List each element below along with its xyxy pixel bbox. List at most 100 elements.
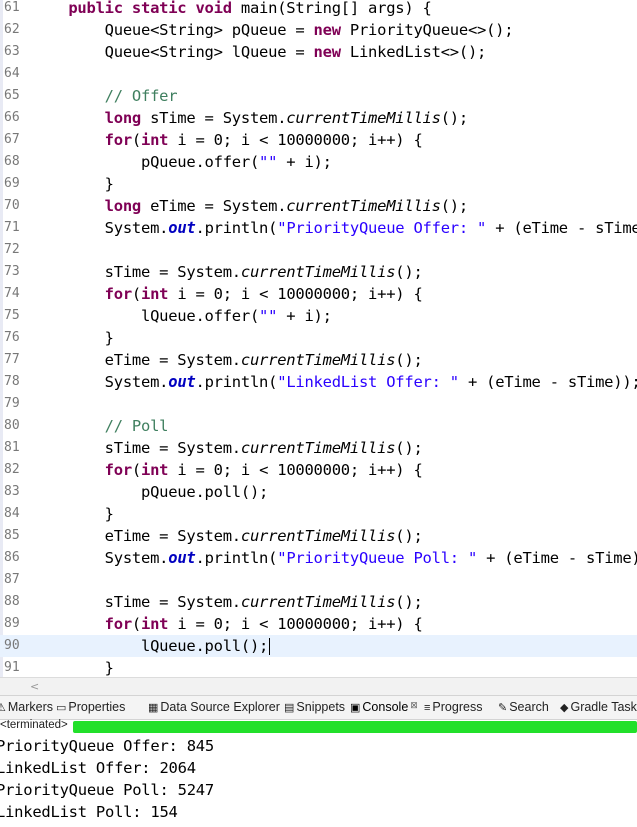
code-line[interactable]: 65 // Offer (0, 85, 637, 107)
code-text: System.out.println("PriorityQueue Offer:… (32, 219, 637, 237)
tab-label: Progress (432, 700, 483, 714)
code-text: } (32, 659, 114, 677)
code-text: sTime = System.currentTimeMillis(); (32, 263, 423, 281)
tab-console[interactable]: ▣ Console ⊠ (350, 700, 418, 714)
tab-label: Markers (7, 700, 54, 714)
code-line[interactable]: 82 for(int i = 0; i < 10000000; i++) { (0, 459, 637, 481)
code-line[interactable]: 62 Queue<String> pQueue = new PriorityQu… (0, 19, 637, 41)
code-text: // Poll (104, 417, 169, 435)
code-line[interactable]: 83 pQueue.poll(); (0, 481, 637, 503)
code-line[interactable]: 79 (0, 393, 637, 415)
code-line[interactable]: 77 eTime = System.currentTimeMillis(); (0, 349, 637, 371)
line-number: 64 (4, 66, 20, 81)
code-line[interactable]: 88 sTime = System.currentTimeMillis(); (0, 591, 637, 613)
line-number: 85 (4, 528, 20, 543)
code-line[interactable]: 69 } (0, 173, 637, 195)
code-line[interactable]: 63 Queue<String> lQueue = new LinkedList… (0, 41, 637, 63)
line-number: 82 (4, 462, 20, 477)
view-tab-bar: ⚠Markers▭Properties ▦Data Source Explorer… (0, 695, 637, 720)
line-number: 79 (4, 396, 20, 411)
tab-label: Snippets (296, 700, 346, 714)
line-number: 66 (4, 110, 20, 125)
code-text: System.out.println("PriorityQueue Poll: … (32, 549, 637, 567)
properties-icon: ▭ (56, 702, 67, 714)
tab-search[interactable]: ✎ Search (498, 700, 549, 714)
code-text: } (32, 329, 114, 347)
line-number: 86 (4, 550, 20, 565)
tab-markers[interactable]: ⚠Markers (0, 700, 53, 714)
line-number: 61 (4, 0, 20, 15)
code-text: lQueue.offer("" + i); (32, 307, 332, 325)
data-source-icon: ▦ (148, 702, 159, 714)
code-line[interactable]: 73 sTime = System.currentTimeMillis(); (0, 261, 637, 283)
tab-properties[interactable]: ▭ Properties (56, 700, 125, 714)
line-number: 88 (4, 594, 20, 609)
code-line[interactable]: 66 long sTime = System.currentTimeMillis… (0, 107, 637, 129)
code-line[interactable]: 91 } (0, 657, 637, 677)
code-editor[interactable]: 61 public static void main(String[] args… (0, 0, 637, 677)
text-caret (269, 638, 271, 655)
code-line[interactable]: 80 // Poll (0, 415, 637, 437)
line-number: 69 (4, 176, 20, 191)
code-text: long sTime = System.currentTimeMillis(); (104, 109, 469, 127)
console-line: PriorityQueue Offer: 845 (0, 737, 214, 755)
code-line[interactable]: 81 sTime = System.currentTimeMillis(); (0, 437, 637, 459)
search-icon: ✎ (498, 702, 508, 714)
line-number: 68 (4, 154, 20, 169)
horizontal-scrollbar[interactable]: < (0, 677, 637, 695)
code-text: System.out.println("LinkedList Offer: " … (32, 373, 637, 391)
line-number: 71 (4, 220, 20, 235)
console-line: PriorityQueue Poll: 5247 (0, 781, 214, 799)
progress-icon: ≡ (424, 702, 431, 714)
console-line: LinkedList Offer: 2064 (0, 759, 196, 777)
tab-data-source-explorer[interactable]: ▦ Data Source Explorer (148, 700, 280, 714)
code-line[interactable]: 75 lQueue.offer("" + i); (0, 305, 637, 327)
code-line[interactable]: 84 } (0, 503, 637, 525)
code-text: long eTime = System.currentTimeMillis(); (104, 197, 469, 215)
code-text: eTime = System.currentTimeMillis(); (32, 527, 423, 545)
console-line: LinkedList Poll: 154 (0, 803, 178, 821)
code-line[interactable]: 61 public static void main(String[] args… (0, 0, 637, 19)
code-text: for(int i = 0; i < 10000000; i++) { (104, 285, 423, 303)
code-line[interactable]: 76 } (0, 327, 637, 349)
code-text: for(int i = 0; i < 10000000; i++) { (104, 461, 423, 479)
code-text: Queue<String> pQueue = new PriorityQueue… (32, 21, 514, 39)
tab-progress[interactable]: ≡ Progress (424, 700, 482, 714)
line-number: 87 (4, 572, 20, 587)
code-line[interactable]: 64 (0, 63, 637, 85)
close-icon[interactable]: ⊠ (410, 700, 418, 710)
line-number: 70 (4, 198, 20, 213)
code-line[interactable]: 86 System.out.println("PriorityQueue Pol… (0, 547, 637, 569)
code-line[interactable]: 74 for(int i = 0; i < 10000000; i++) { (0, 283, 637, 305)
console-output[interactable]: PriorityQueue Offer: 845 LinkedList Offer… (0, 735, 637, 827)
code-line[interactable]: 85 eTime = System.currentTimeMillis(); (0, 525, 637, 547)
code-line[interactable]: 78 System.out.println("LinkedList Offer:… (0, 371, 637, 393)
code-text: } (32, 505, 114, 523)
line-number: 65 (4, 88, 20, 103)
code-line[interactable]: 67 for(int i = 0; i < 10000000; i++) { (0, 129, 637, 151)
code-line[interactable]: 70 long eTime = System.currentTimeMillis… (0, 195, 637, 217)
code-line[interactable]: 87 (0, 569, 637, 591)
code-line[interactable]: 89 for(int i = 0; i < 10000000; i++) { (0, 613, 637, 635)
code-line[interactable]: 72 (0, 239, 637, 261)
tab-label: Console (362, 700, 409, 714)
tab-snippets[interactable]: ▤ Snippets (284, 700, 345, 714)
code-text: Queue<String> lQueue = new LinkedList<>(… (32, 43, 487, 61)
code-text: public static void main(String[] args) { (68, 0, 432, 17)
code-text: sTime = System.currentTimeMillis(); (32, 439, 423, 457)
markers-icon: ⚠ (0, 701, 6, 714)
terminated-label: <terminated> (0, 719, 68, 731)
line-number: 75 (4, 308, 20, 323)
code-line[interactable]: 68 pQueue.offer("" + i); (0, 151, 637, 173)
line-number: 89 (4, 616, 20, 631)
code-text: sTime = System.currentTimeMillis(); (32, 593, 423, 611)
code-text: for(int i = 0; i < 10000000; i++) { (104, 131, 423, 149)
console-status-row: <terminated> (0, 719, 637, 733)
code-text: pQueue.offer("" + i); (32, 153, 332, 171)
redaction-bar (73, 721, 637, 733)
tab-gradle-tasks[interactable]: ◆ Gradle Tasks (560, 700, 637, 714)
code-line[interactable]: 71 System.out.println("PriorityQueue Off… (0, 217, 637, 239)
code-line[interactable]: 90 lQueue.poll(); (0, 635, 637, 657)
scroll-left-icon[interactable]: < (30, 680, 39, 693)
tab-label: Properties (68, 700, 126, 714)
